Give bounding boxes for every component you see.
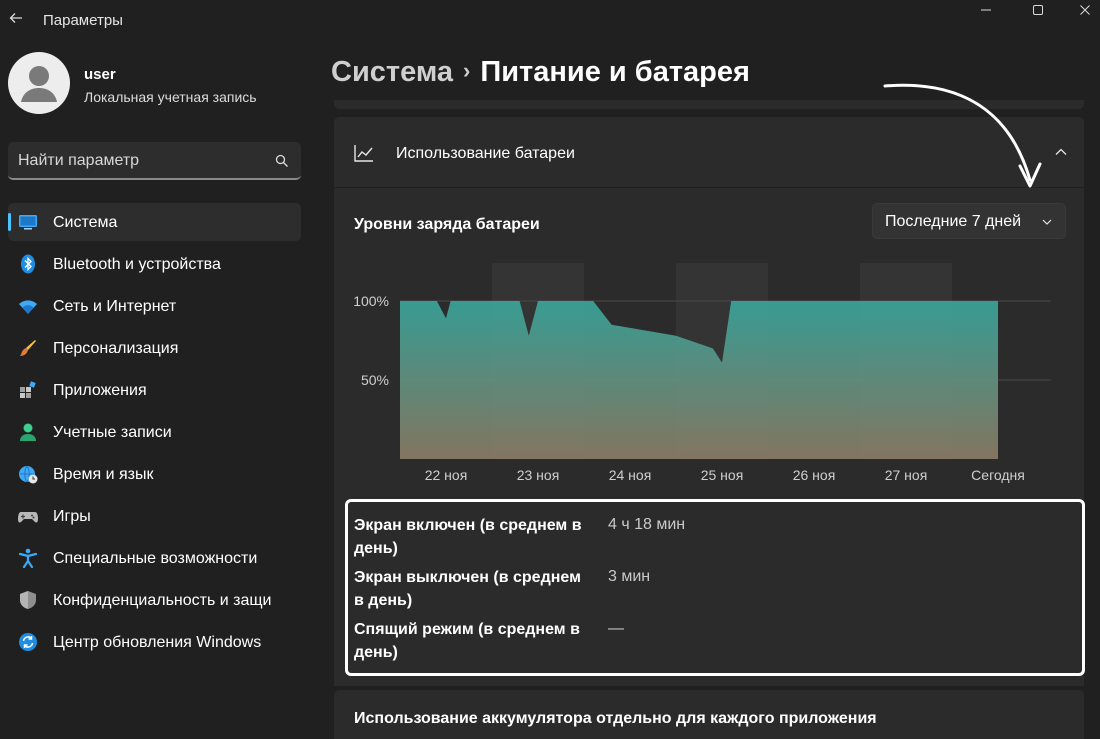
minimize-button[interactable]	[963, 0, 1009, 20]
x-tick-label: 25 ноя	[701, 467, 744, 483]
gamepad-icon	[18, 512, 38, 523]
breadcrumb-parent[interactable]: Система	[331, 56, 453, 88]
user-avatar-icon	[21, 66, 57, 102]
system-icon	[19, 215, 37, 230]
brush-icon	[20, 340, 36, 356]
stat-label-sleep: Спящий режим (в среднем в день)	[354, 621, 580, 661]
battery-usage-title: Использование батареи	[396, 145, 575, 162]
x-tick-label: 23 ноя	[517, 467, 560, 483]
search-input[interactable]	[18, 150, 268, 172]
sidebar-item-personalization[interactable]: Персонализация	[8, 329, 301, 367]
sidebar-item-privacy[interactable]: Конфиденциальность и защи	[8, 581, 301, 619]
period-dropdown[interactable]: Последние 7 дней	[872, 203, 1066, 239]
chevron-up-icon[interactable]	[1054, 145, 1068, 159]
breadcrumb-separator: ›	[463, 58, 471, 83]
annotation-arrow	[883, 83, 1042, 188]
back-arrow-icon	[9, 13, 22, 23]
maximize-button[interactable]	[1015, 0, 1061, 20]
avatar	[8, 52, 70, 114]
breadcrumb: Система › Питание и батарея	[331, 56, 750, 89]
sidebar-item-accounts[interactable]: Учетные записи	[8, 413, 301, 451]
sidebar-item-gaming[interactable]: Игры	[8, 497, 301, 535]
sidebar-item-time-language[interactable]: Время и язык	[8, 455, 301, 493]
x-tick-label: 27 ноя	[885, 467, 928, 483]
sidebar-item-apps[interactable]: Приложения	[8, 371, 301, 409]
sidebar-item-network[interactable]: Сеть и Интернет	[8, 287, 301, 325]
stat-label-screen-off: Экран выключен (в среднем в день)	[354, 569, 581, 609]
close-icon	[1080, 5, 1090, 15]
back-button[interactable]	[4, 6, 28, 30]
update-icon	[19, 633, 37, 651]
stat-value-sleep: —	[608, 620, 624, 637]
shield-icon	[20, 591, 36, 609]
app-battery-usage-card[interactable]: Использование аккумулятора отдельно для …	[334, 690, 1084, 739]
sidebar-item-windows-update[interactable]: Центр обновления Windows	[8, 623, 301, 661]
person-icon	[20, 423, 36, 441]
bluetooth-icon	[21, 254, 35, 274]
stat-value-screen-on: 4 ч 18 мин	[608, 516, 686, 533]
app-battery-usage-title: Использование аккумулятора отдельно для …	[354, 710, 877, 727]
close-button[interactable]	[1062, 0, 1100, 20]
sidebar-item-bluetooth[interactable]: Bluetooth и устройства	[8, 245, 301, 283]
apps-icon	[20, 381, 36, 398]
search-box	[8, 142, 301, 180]
app-title: Параметры	[43, 12, 123, 29]
sidebar-item-accessibility[interactable]: Специальные возможности	[8, 539, 301, 577]
title-bar: Параметры	[0, 0, 1100, 40]
x-tick-label: 26 ноя	[793, 467, 836, 483]
search-icon[interactable]	[275, 154, 289, 168]
y-tick-label: 50%	[361, 372, 389, 388]
period-dropdown-value: Последние 7 дней	[885, 213, 1022, 230]
x-tick-label: 24 ноя	[609, 467, 652, 483]
battery-level-chart: 100% 50% 22 ноя 23 ноя 24 ноя 25 ноя 26 ноя 27 …	[353, 263, 1051, 483]
page-title: Питание и батарея	[480, 56, 750, 88]
stat-value-screen-off: 3 мин	[608, 568, 651, 585]
globe-clock-icon	[19, 465, 38, 484]
stat-label-screen-on: Экран включен (в среднем в день)	[354, 517, 582, 557]
minimize-icon	[981, 9, 991, 11]
sidebar-item-system[interactable]: Система	[8, 203, 301, 241]
x-tick-label: 22 ноя	[425, 467, 468, 483]
screen-usage-stats: Экран включен (в среднем в день) 4 ч 18 …	[345, 499, 1085, 676]
battery-levels-title: Уровни заряда батареи	[354, 216, 540, 233]
sidebar-nav: Система Bluetooth и устройства Сеть и Ин…	[8, 203, 301, 665]
maximize-icon	[1033, 5, 1043, 15]
y-tick-label: 100%	[353, 293, 389, 309]
accessibility-icon	[18, 548, 38, 568]
profile-name: user	[84, 66, 116, 83]
account-type: Локальная учетная запись	[84, 89, 257, 105]
wifi-icon	[19, 300, 37, 314]
chevron-down-icon	[1042, 219, 1052, 225]
user-profile[interactable]: user Локальная учетная запись	[8, 52, 308, 116]
x-tick-label: Сегодня	[971, 467, 1025, 483]
line-chart-icon	[354, 145, 373, 162]
